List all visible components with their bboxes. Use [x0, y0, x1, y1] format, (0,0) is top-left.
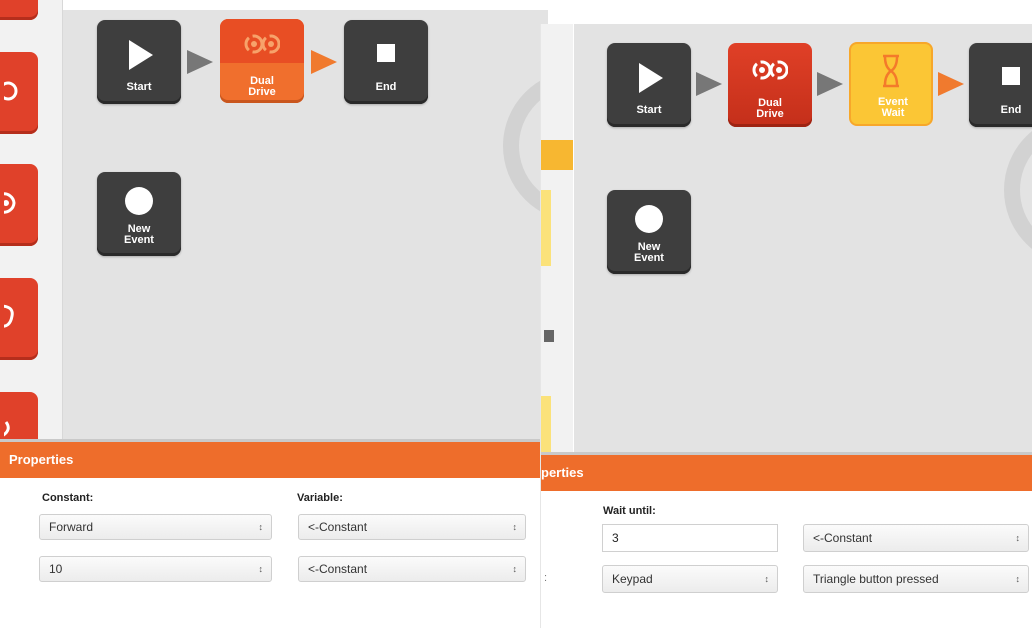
wait-until-label: Wait until:: [603, 505, 656, 517]
stop-icon: [377, 44, 395, 62]
event-wait-block[interactable]: Event Wait: [849, 42, 933, 126]
block-label: Dual Drive: [756, 97, 784, 120]
block-label: Start: [636, 104, 662, 116]
wait-value-input[interactable]: [602, 524, 778, 552]
start-block[interactable]: Start: [607, 43, 691, 127]
block-label: End: [1000, 104, 1022, 116]
block-label: New Event: [634, 241, 664, 264]
variable-label: Variable:: [297, 492, 343, 504]
palette-tile[interactable]: [0, 164, 38, 246]
chevron-updown-icon: ↕: [1015, 533, 1021, 543]
block-label: Start: [126, 81, 152, 93]
canvas-watermark: [1004, 114, 1032, 266]
select-value: <-Constant: [308, 562, 368, 576]
stop-icon: [1002, 67, 1020, 85]
chevron-updown-icon: ↕: [512, 564, 518, 574]
chevron-updown-icon: ↕: [1015, 574, 1021, 584]
palette-marker: [544, 330, 554, 342]
select-value: <-Constant: [813, 531, 873, 545]
chevron-updown-icon: ↕: [258, 522, 264, 532]
direction-variable-select[interactable]: <-Constant ↕: [298, 514, 526, 540]
motor-drive-icon: [752, 60, 788, 80]
block-palette: [541, 24, 573, 454]
palette-tile[interactable]: [541, 396, 551, 454]
wait-variable-select[interactable]: <-Constant ↕: [803, 524, 1029, 552]
chevron-updown-icon: ↕: [764, 574, 770, 584]
direction-select[interactable]: Forward ↕: [39, 514, 272, 540]
flow-connector: [696, 72, 722, 96]
palette-sensor-icon: [4, 304, 14, 328]
circle-icon: [635, 205, 663, 233]
properties-header: perties: [541, 452, 1032, 491]
block-palette: [0, 0, 63, 474]
flow-connector: [817, 72, 843, 96]
select-value: Triangle button pressed: [813, 572, 939, 586]
constant-label: Constant:: [42, 492, 94, 504]
palette-tile[interactable]: [0, 278, 38, 360]
palette-motor-icon: [4, 192, 16, 214]
palette-tile[interactable]: [0, 52, 38, 134]
palette-glyph-icon: [4, 81, 18, 101]
select-value: Forward: [49, 520, 94, 534]
editor-panel-right: Start Dual Drive Event Wait End New Even…: [540, 24, 1032, 628]
properties-header: Properties: [0, 439, 548, 478]
new-event-block[interactable]: New Event: [97, 172, 181, 256]
new-event-block[interactable]: New Event: [607, 190, 691, 274]
block-label: Event Wait: [878, 96, 908, 119]
motor-drive-icon: [244, 34, 280, 54]
start-block[interactable]: Start: [97, 20, 181, 104]
play-icon: [639, 63, 663, 93]
speed-select[interactable]: 10 ↕: [39, 556, 272, 582]
flow-connector: [187, 50, 213, 74]
flow-connector: [311, 50, 337, 74]
play-icon: [129, 40, 153, 70]
select-value: <-Constant: [308, 520, 368, 534]
partial-text: :: [544, 572, 548, 584]
palette-tile[interactable]: [0, 0, 38, 20]
select-value: Keypad: [612, 572, 653, 586]
block-label: End: [375, 81, 397, 93]
dual-drive-block[interactable]: Dual Drive: [220, 19, 304, 103]
palette-tile[interactable]: [541, 190, 551, 266]
circle-icon: [125, 187, 153, 215]
editor-panel-left: Start Dual Drive End New Event Propertie…: [0, 0, 548, 628]
end-block[interactable]: End: [344, 20, 428, 104]
chevron-updown-icon: ↕: [512, 522, 518, 532]
flow-connector: [938, 72, 964, 96]
end-block[interactable]: End: [969, 43, 1032, 127]
source-select[interactable]: Keypad ↕: [602, 565, 778, 593]
condition-select[interactable]: Triangle button pressed ↕: [803, 565, 1029, 593]
dual-drive-block[interactable]: Dual Drive: [728, 43, 812, 127]
chevron-updown-icon: ↕: [258, 564, 264, 574]
block-label: Dual Drive: [248, 75, 276, 98]
speed-variable-select[interactable]: <-Constant ↕: [298, 556, 526, 582]
select-value: 10: [49, 562, 63, 576]
palette-tab[interactable]: [541, 140, 573, 170]
hourglass-icon: [883, 54, 899, 88]
block-label: New Event: [124, 223, 154, 246]
